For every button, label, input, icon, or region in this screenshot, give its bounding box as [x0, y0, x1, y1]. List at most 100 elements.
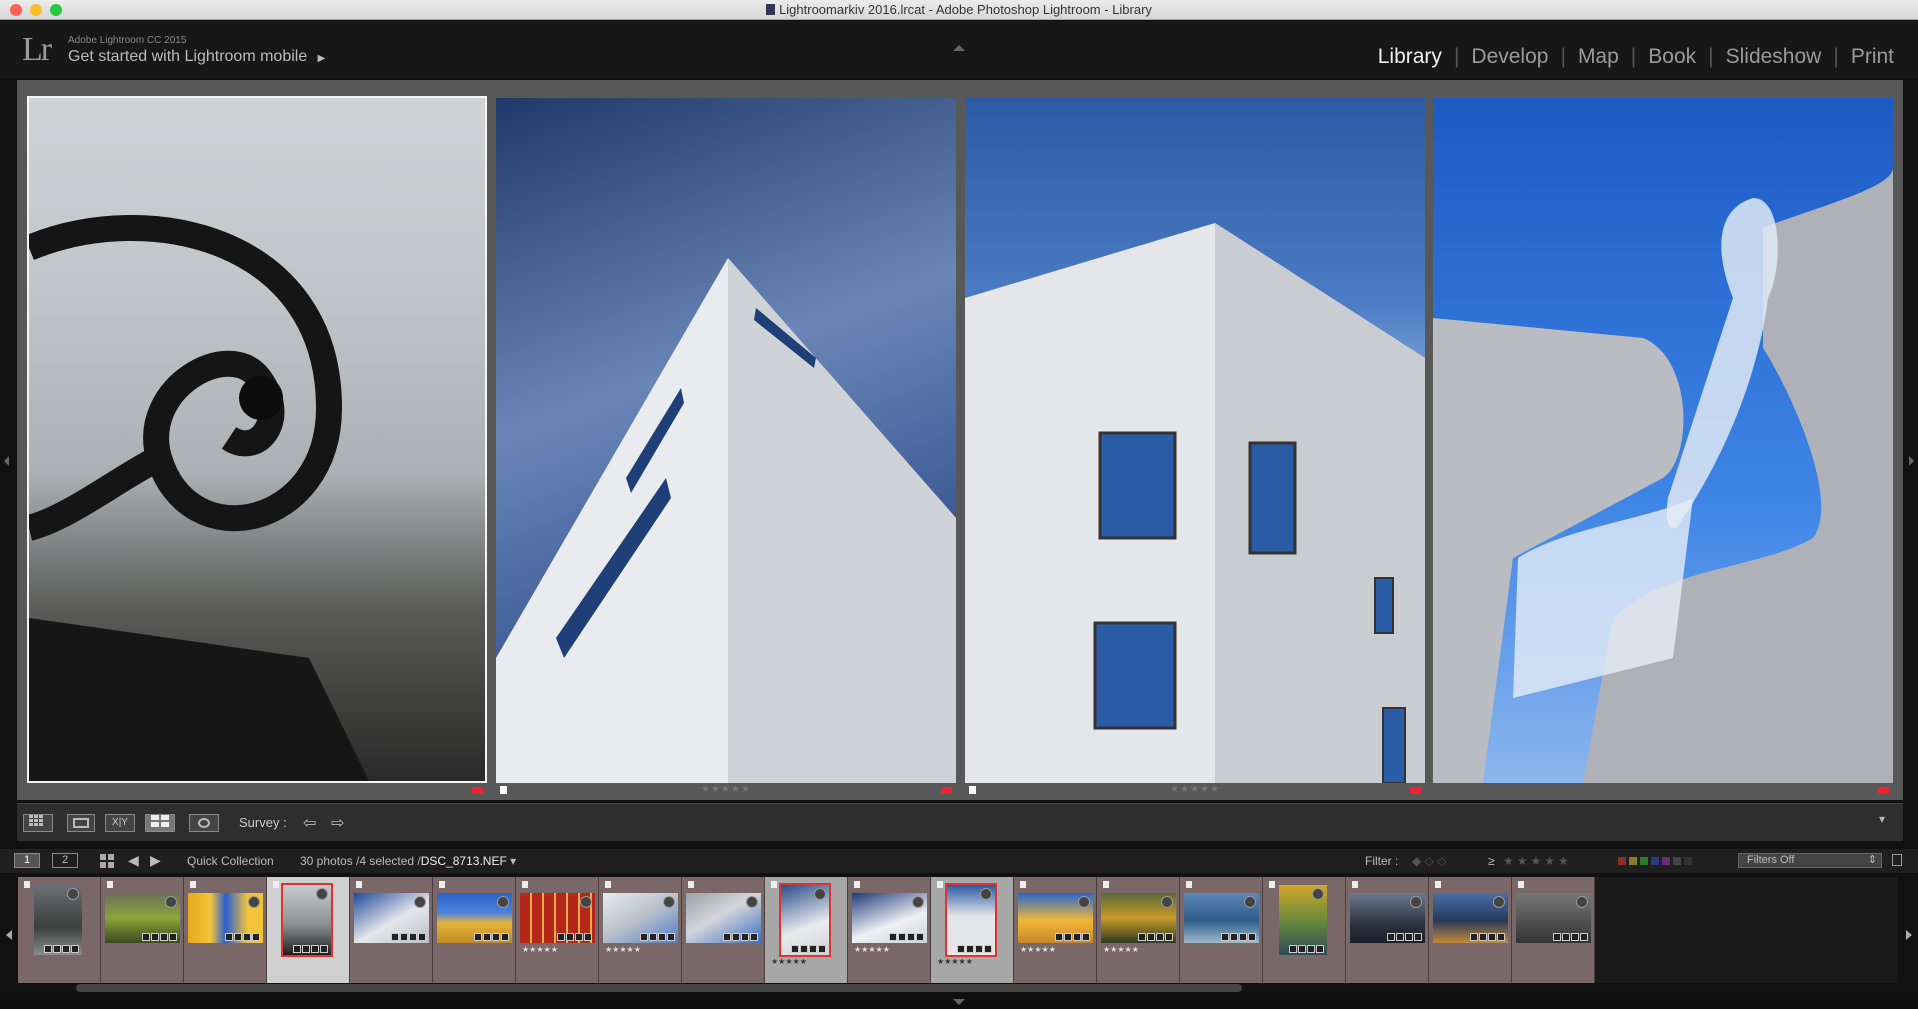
thumbnail-badge-icon[interactable]	[889, 933, 897, 941]
metadata-badge-icon[interactable]	[1078, 896, 1090, 908]
survey-photo[interactable]	[496, 98, 956, 783]
thumbnail-badge-icon[interactable]	[1221, 933, 1229, 941]
thumbnail-badge-icon[interactable]	[1571, 933, 1579, 941]
module-map[interactable]: Map	[1578, 45, 1619, 69]
thumbnail-badge-icon[interactable]	[898, 933, 906, 941]
thumbnail-badge-icon[interactable]	[957, 945, 965, 953]
thumbnail-badge-icon[interactable]	[44, 945, 52, 953]
thumbnail-badge-icon[interactable]	[1239, 933, 1247, 941]
thumbnail-badge-icon[interactable]	[311, 945, 319, 953]
minimize-window-button[interactable]	[30, 4, 42, 16]
thumbnail-star-rating[interactable]: ★★★★★	[854, 945, 890, 954]
filmstrip-thumbnail-mountains[interactable]	[1346, 877, 1429, 983]
grid-icon[interactable]	[100, 854, 114, 871]
thumbnail-badge-icon[interactable]	[169, 933, 177, 941]
metadata-badge-icon[interactable]	[67, 888, 79, 900]
filmstrip-thumbnail-lake[interactable]	[1180, 877, 1263, 983]
color-label[interactable]	[1878, 787, 1889, 794]
metadata-badge-icon[interactable]	[1576, 896, 1588, 908]
pick-flag-icon[interactable]	[1269, 881, 1275, 888]
color-label[interactable]	[472, 787, 483, 794]
filmstrip-scroll-right-icon[interactable]	[1906, 930, 1912, 940]
survey-cell[interactable]	[27, 80, 487, 800]
filmstrip[interactable]: ★★★★★ ★★★★★ ★★★★★ ★★★★★ ★★★★★ ★★★★★ ★★★★★	[18, 877, 1898, 983]
filmstrip-thumbnail-autumn[interactable]: ★★★★★	[1097, 877, 1180, 983]
thumbnail-badge-icon[interactable]	[1055, 933, 1063, 941]
filmstrip-thumbnail-building-4[interactable]: ★★★★★	[848, 877, 931, 983]
pick-flag-icon[interactable]	[356, 881, 362, 888]
thumbnail-badge-icon[interactable]	[1488, 933, 1496, 941]
thumbnail-badge-icon[interactable]	[1138, 933, 1146, 941]
thumbnail-badge-icon[interactable]	[474, 933, 482, 941]
grid-view-icon[interactable]	[23, 814, 53, 832]
filmstrip-thumbnail-yellow-house-2[interactable]: ★★★★★	[1014, 877, 1097, 983]
people-view-icon[interactable]	[189, 814, 219, 832]
source-label[interactable]: Quick Collection	[187, 854, 274, 868]
thumbnail-badge-icon[interactable]	[234, 933, 242, 941]
thumbnail-badge-icon[interactable]	[501, 933, 509, 941]
filmstrip-thumbnail-autumn-lake[interactable]	[1263, 877, 1346, 983]
thumbnail-badge-icon[interactable]	[1553, 933, 1561, 941]
filmstrip-thumbnail-waterfall[interactable]	[18, 877, 101, 983]
metadata-badge-icon[interactable]	[1161, 896, 1173, 908]
thumbnail-badge-icon[interactable]	[418, 933, 426, 941]
module-slideshow[interactable]: Slideshow	[1726, 45, 1822, 69]
thumbnail-badge-icon[interactable]	[1073, 933, 1081, 941]
metadata-badge-icon[interactable]	[414, 896, 426, 908]
filmstrip-thumbnail-building-1[interactable]	[350, 877, 433, 983]
thumbnail-badge-icon[interactable]	[809, 945, 817, 953]
previous-photo-icon[interactable]: ⇦	[303, 813, 316, 833]
filmstrip-thumbnail-building-2[interactable]: ★★★★★	[599, 877, 682, 983]
thumbnail-badge-icon[interactable]	[575, 933, 583, 941]
thumbnail-badge-icon[interactable]	[302, 945, 310, 953]
thumbnail-badge-icon[interactable]	[483, 933, 491, 941]
survey-photo[interactable]	[27, 96, 487, 783]
thumbnail-badge-icon[interactable]	[818, 945, 826, 953]
metadata-badge-icon[interactable]	[663, 896, 675, 908]
filmstrip-thumbnail-yellow-blue[interactable]	[184, 877, 267, 983]
rating-operator[interactable]: ≥	[1488, 854, 1495, 868]
close-window-button[interactable]	[10, 4, 22, 16]
thumbnail-badge-icon[interactable]	[800, 945, 808, 953]
next-photo-icon[interactable]: ⇨	[331, 813, 344, 833]
thumbnail-badge-icon[interactable]	[1156, 933, 1164, 941]
right-panel-toggle-icon[interactable]	[1909, 456, 1914, 466]
thumbnail-badge-icon[interactable]	[142, 933, 150, 941]
compare-view-button[interactable]: X|Y	[105, 814, 135, 832]
metadata-badge-icon[interactable]	[1493, 896, 1505, 908]
survey-cell[interactable]	[1433, 80, 1893, 800]
pick-flag-icon[interactable]	[24, 881, 30, 888]
thumbnail-badge-icon[interactable]	[160, 933, 168, 941]
color-label[interactable]	[1410, 787, 1421, 794]
pick-flag-icon[interactable]	[1186, 881, 1192, 888]
color-filter-swatches[interactable]	[1618, 857, 1692, 865]
thumbnail-star-rating[interactable]: ★★★★★	[937, 957, 973, 966]
thumbnail-badge-icon[interactable]	[243, 933, 251, 941]
thumbnail-badge-icon[interactable]	[225, 933, 233, 941]
thumbnail-badge-icon[interactable]	[293, 945, 301, 953]
secondary-window-button[interactable]: 2	[52, 853, 78, 868]
pick-flag-icon[interactable]	[1435, 881, 1441, 888]
filmstrip-thumbnail-red-facade[interactable]: ★★★★★	[516, 877, 599, 983]
survey-cell[interactable]: ★★★★★	[496, 80, 956, 800]
thumbnail-badge-icon[interactable]	[1387, 933, 1395, 941]
filmstrip-thumbnail-concrete[interactable]	[682, 877, 765, 983]
metadata-badge-icon[interactable]	[316, 888, 328, 900]
thumbnail-badge-icon[interactable]	[907, 933, 915, 941]
thumbnail-badge-icon[interactable]	[391, 933, 399, 941]
module-book[interactable]: Book	[1648, 45, 1696, 69]
forward-arrow-icon[interactable]: ▶	[150, 852, 161, 869]
pick-flag-icon[interactable]	[1020, 881, 1026, 888]
thumbnail-star-rating[interactable]: ★★★★★	[771, 957, 807, 966]
thumbnail-badge-icon[interactable]	[1248, 933, 1256, 941]
toolbar-options-chevron-icon[interactable]: ▾	[1879, 812, 1885, 826]
thumbnail-badge-icon[interactable]	[640, 933, 648, 941]
rating-filter-stars[interactable]: ★★★★★	[1503, 854, 1572, 868]
photo-count[interactable]: 30 photos /4 selected /DSC_8713.NEF ▾	[300, 854, 516, 868]
thumbnail-badge-icon[interactable]	[1414, 933, 1422, 941]
filmstrip-scroll-left-icon[interactable]	[6, 930, 12, 940]
survey-photo[interactable]	[1433, 98, 1893, 783]
thumbnail-badge-icon[interactable]	[53, 945, 61, 953]
filters-preset-select[interactable]: Filters Off ⇕	[1738, 853, 1882, 868]
thumbnail-badge-icon[interactable]	[1562, 933, 1570, 941]
